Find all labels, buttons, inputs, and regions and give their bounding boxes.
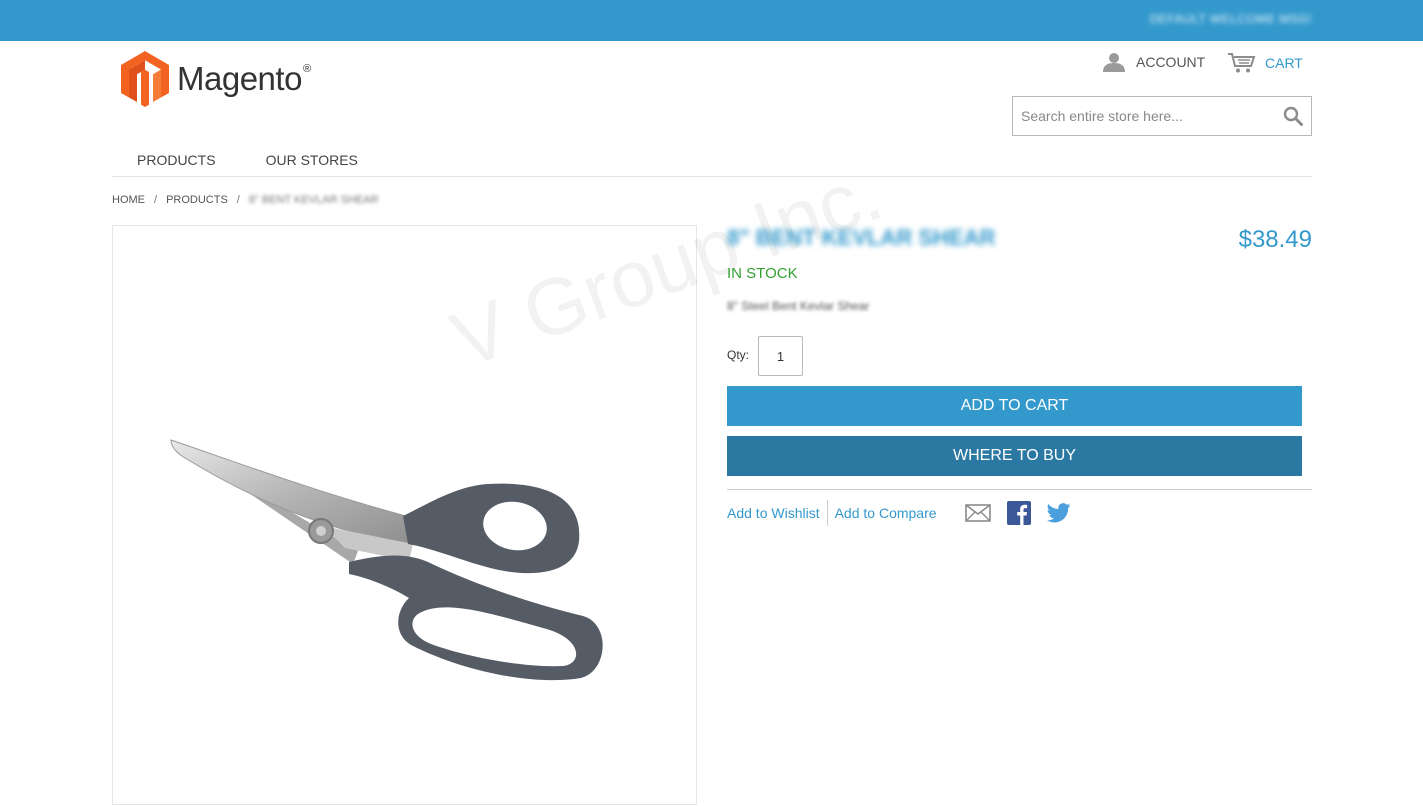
logo-wordmark: Magento® [177, 60, 311, 97]
search-box [1012, 96, 1312, 136]
qty-label: Qty: [727, 348, 750, 362]
product-social-links: Add to Wishlist Add to Compare [727, 500, 1087, 526]
add-to-compare-link[interactable]: Add to Compare [835, 505, 937, 521]
welcome-message: DEFAULT WELCOME MSG! [1149, 12, 1312, 26]
account-label: ACCOUNT [1136, 54, 1206, 70]
breadcrumb-products[interactable]: PRODUCTS [166, 194, 228, 206]
product-short-description: 8" Steel Bent Kevlar Shear [727, 299, 870, 313]
twitter-icon[interactable] [1046, 503, 1071, 523]
breadcrumb-current: 8" BENT KEVLAR SHEAR [248, 194, 379, 206]
cart-icon [1228, 53, 1256, 73]
store-logo[interactable]: Magento® [121, 51, 311, 107]
search-icon[interactable] [1275, 106, 1311, 126]
product-price: $38.49 [1238, 226, 1312, 253]
top-bar: DEFAULT WELCOME MSG! [0, 0, 1423, 41]
qty-input[interactable] [758, 336, 803, 376]
nav-item-products[interactable]: PRODUCTS [112, 142, 241, 176]
divider [727, 489, 1312, 490]
where-to-buy-button[interactable]: WHERE TO BUY [727, 436, 1302, 476]
add-to-wishlist-link[interactable]: Add to Wishlist [727, 505, 820, 521]
breadcrumb: HOME / PRODUCTS / 8" BENT KEVLAR SHEAR [112, 194, 379, 206]
facebook-icon[interactable] [1006, 501, 1031, 525]
nav-item-our-stores[interactable]: OUR STORES [241, 142, 383, 176]
stock-status: IN STOCK [727, 265, 798, 282]
main-navigation: PRODUCTS OUR STORES [112, 142, 1312, 177]
breadcrumb-separator: / [236, 194, 240, 206]
magento-logo-icon [121, 51, 169, 107]
email-icon[interactable] [964, 504, 991, 522]
search-input[interactable] [1013, 97, 1275, 135]
product-title: 8" BENT KEVLAR SHEAR [727, 225, 996, 250]
cart-link[interactable]: CART [1227, 52, 1303, 74]
share-icons [964, 501, 1087, 525]
cart-label: CART [1265, 55, 1303, 71]
user-icon [1103, 53, 1125, 72]
breadcrumb-separator: / [154, 194, 158, 206]
link-separator [826, 500, 828, 526]
breadcrumb-home[interactable]: HOME [112, 194, 145, 206]
add-to-cart-button[interactable]: ADD TO CART [727, 386, 1302, 426]
account-link[interactable]: ACCOUNT [1102, 52, 1205, 72]
